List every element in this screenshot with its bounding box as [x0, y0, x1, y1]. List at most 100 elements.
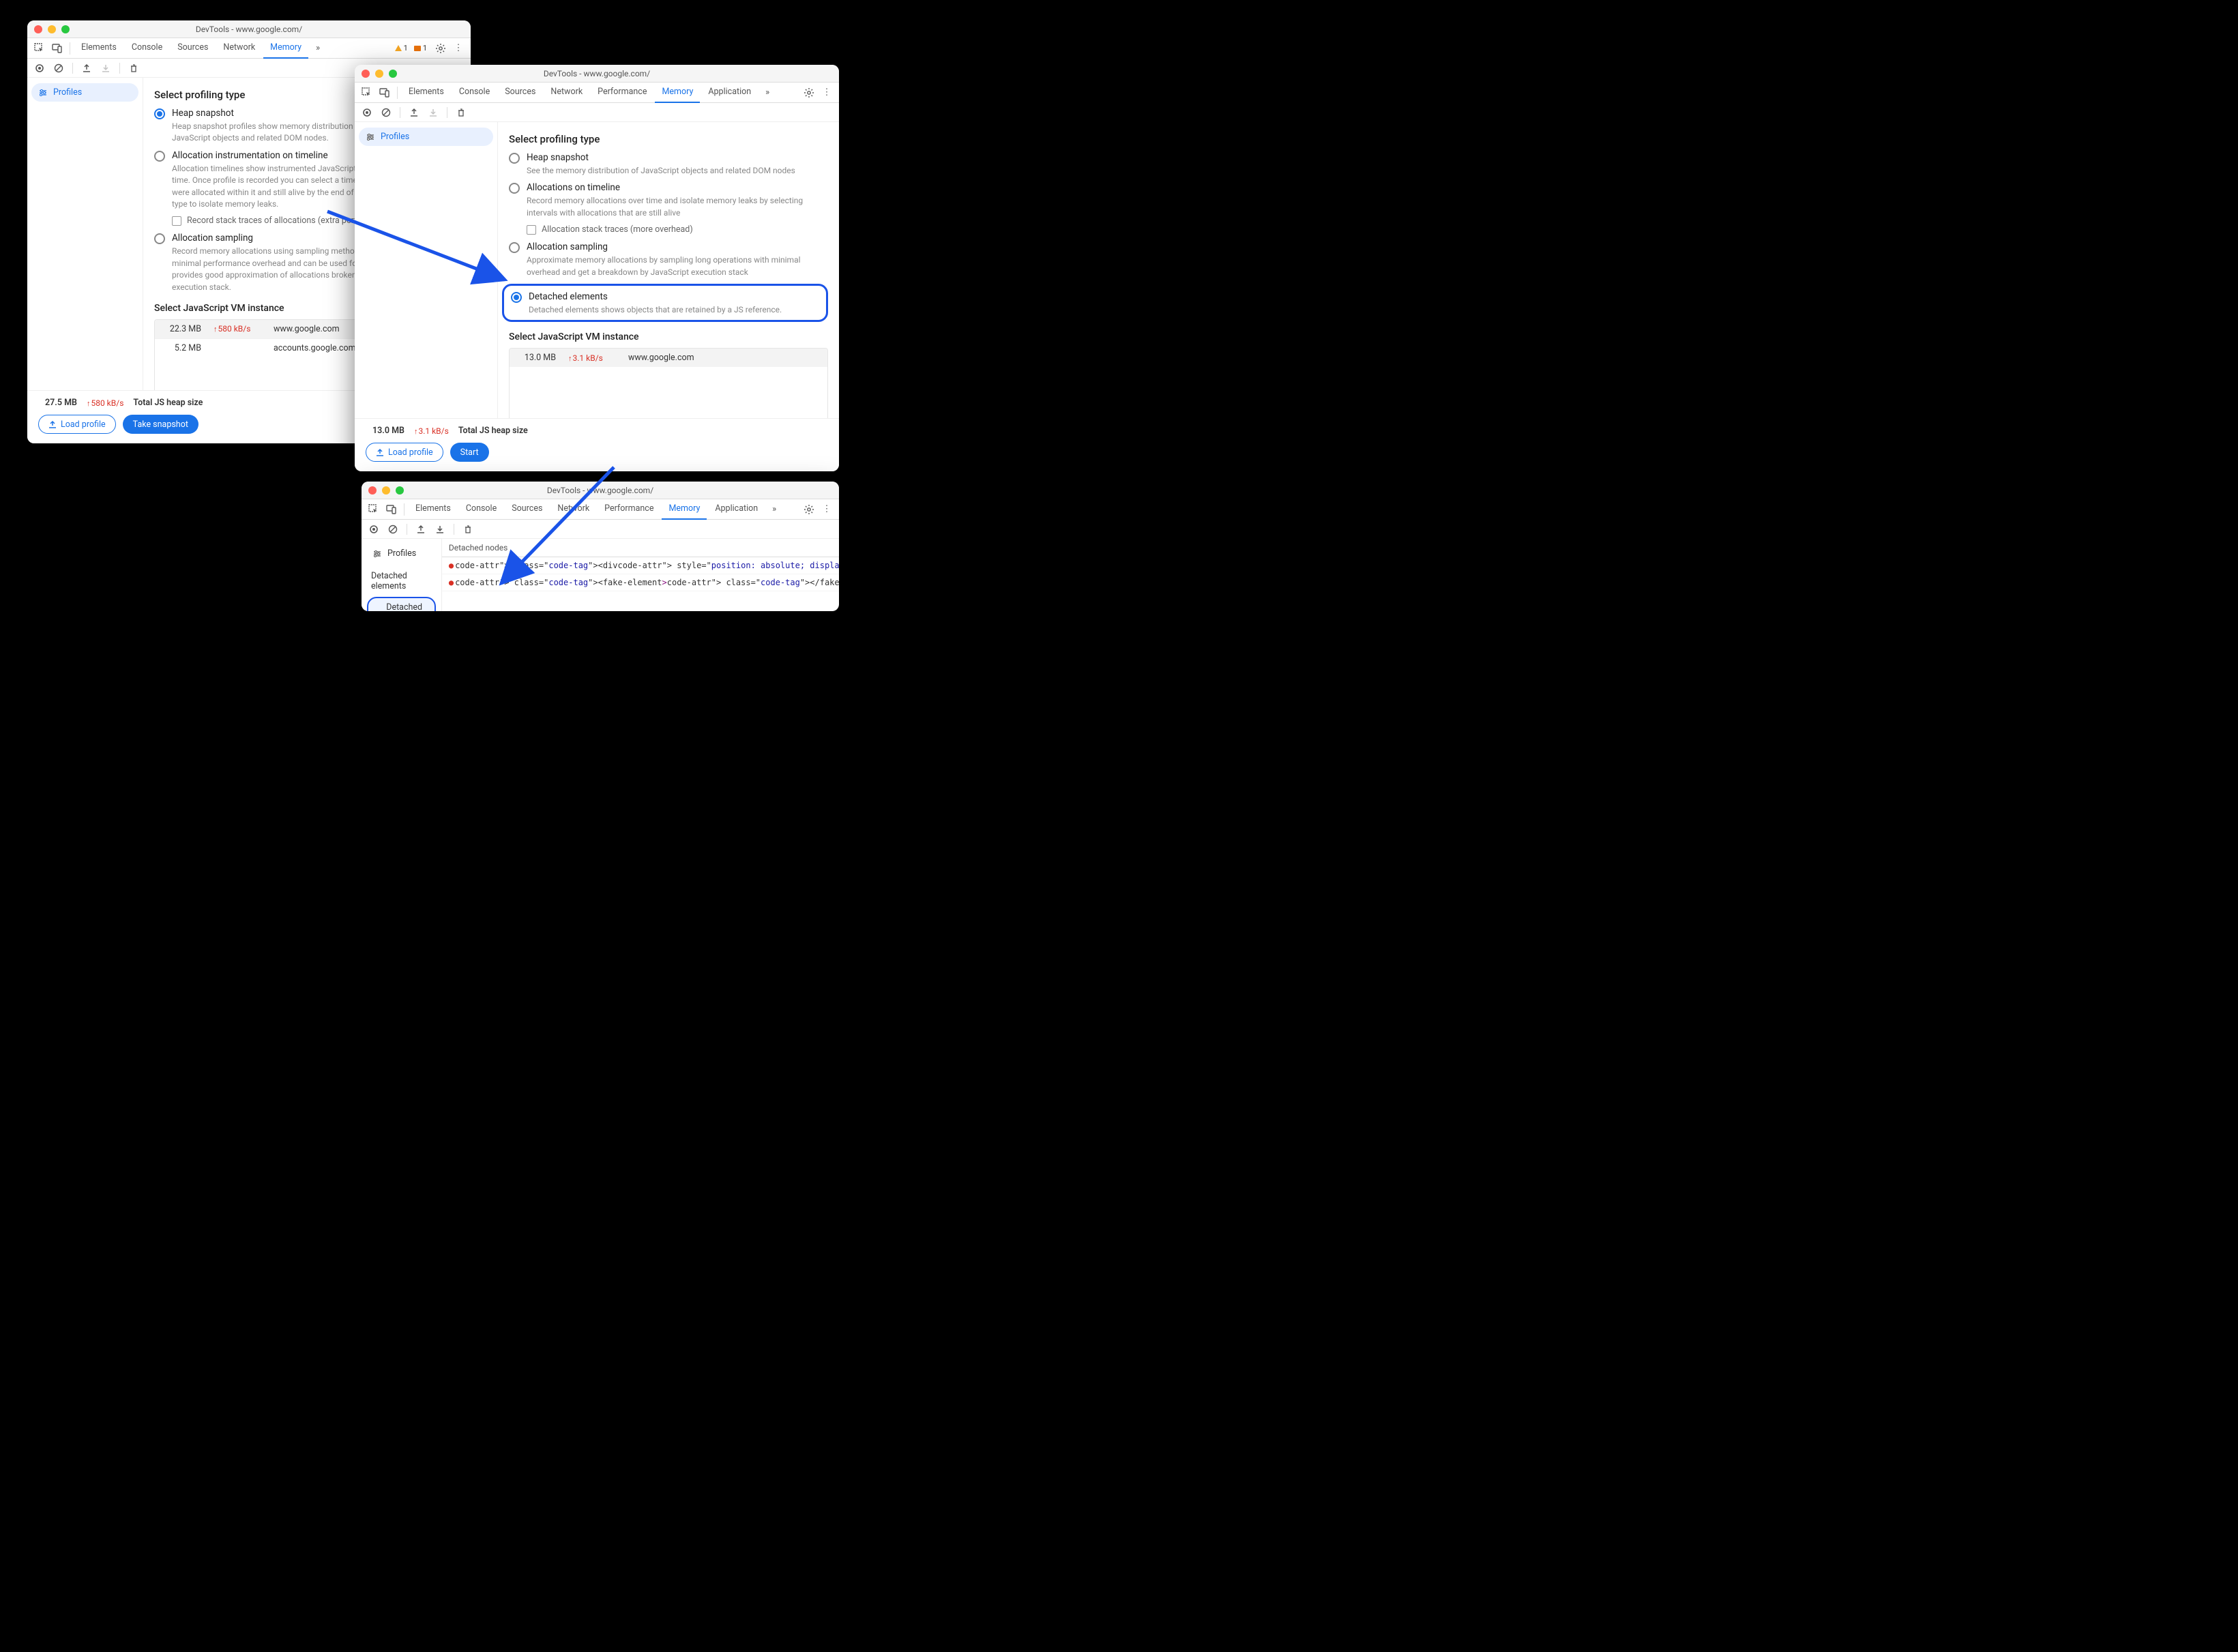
sidebar-item-profiles[interactable]: Profiles: [359, 128, 493, 146]
minimize-icon[interactable]: [48, 25, 56, 33]
node-html: ●code-attr"> class="code-tag"><divcode-a…: [442, 557, 839, 574]
upload-icon: [376, 448, 384, 456]
record-icon[interactable]: [31, 60, 48, 76]
gc-icon[interactable]: [126, 60, 142, 76]
warnings-badge[interactable]: 1: [394, 44, 408, 53]
settings-icon[interactable]: [432, 40, 449, 57]
record-icon[interactable]: [359, 104, 375, 121]
tab-performance[interactable]: Performance: [591, 83, 653, 103]
sidebar: Profiles Detached elements Detached elem…: [362, 539, 442, 611]
start-button[interactable]: Start: [450, 443, 489, 462]
result-row[interactable]: ●code-attr"> class="code-tag"><divcode-a…: [442, 557, 839, 574]
tab-console[interactable]: Console: [125, 38, 169, 59]
tab-memory[interactable]: Memory: [263, 38, 308, 59]
close-icon[interactable]: [362, 70, 370, 78]
upload-icon[interactable]: [406, 104, 422, 121]
col-detached-nodes[interactable]: Detached nodes: [442, 539, 839, 557]
sliders-icon: [366, 132, 375, 142]
take-snapshot-button[interactable]: Take snapshot: [123, 415, 198, 434]
radio-icon[interactable]: [154, 233, 165, 244]
device-toggle-icon[interactable]: [49, 40, 65, 57]
more-icon[interactable]: ⋮: [450, 40, 467, 57]
download-icon[interactable]: [98, 60, 114, 76]
radio-icon[interactable]: [509, 153, 520, 164]
device-toggle-icon[interactable]: [377, 85, 393, 101]
tab-application[interactable]: Application: [701, 83, 758, 103]
settings-icon[interactable]: [801, 85, 817, 101]
tab-application[interactable]: Application: [708, 499, 765, 520]
tab-performance[interactable]: Performance: [598, 499, 660, 520]
maximize-icon[interactable]: [389, 70, 397, 78]
titlebar: DevTools - www.google.com/: [362, 482, 839, 499]
more-icon[interactable]: ⋮: [819, 85, 835, 101]
sidebar-item-profiles[interactable]: Profiles: [31, 83, 138, 102]
download-icon[interactable]: [432, 521, 448, 537]
tabs-overflow-icon[interactable]: »: [310, 40, 326, 57]
load-profile-button[interactable]: Load profile: [366, 443, 443, 462]
tab-elements[interactable]: Elements: [74, 38, 123, 59]
clear-icon[interactable]: [378, 104, 394, 121]
option-detached-elements[interactable]: Detached elements: [511, 291, 819, 303]
check-stack-traces[interactable]: Allocation stack traces (more overhead): [527, 224, 828, 235]
close-icon[interactable]: [34, 25, 42, 33]
minimize-icon[interactable]: [375, 70, 383, 78]
radio-icon[interactable]: [154, 151, 165, 162]
tab-console[interactable]: Console: [459, 499, 503, 520]
checkbox-icon[interactable]: [527, 225, 536, 235]
tab-sources[interactable]: Sources: [171, 38, 215, 59]
tab-elements[interactable]: Elements: [402, 83, 451, 103]
radio-icon[interactable]: [509, 183, 520, 194]
tab-sources[interactable]: Sources: [505, 499, 549, 520]
alloc-timeline-label: Allocation instrumentation on timeline: [172, 150, 328, 161]
tab-elements[interactable]: Elements: [409, 499, 458, 520]
clear-icon[interactable]: [50, 60, 67, 76]
checkbox-icon[interactable]: [172, 216, 181, 226]
option-heap-snapshot[interactable]: Heap snapshot: [509, 152, 828, 164]
maximize-icon[interactable]: [61, 25, 70, 33]
inspect-icon[interactable]: [359, 85, 375, 101]
issues-badge[interactable]: 1: [413, 44, 427, 53]
sidebar-item-profiles[interactable]: Profiles: [366, 544, 437, 563]
tab-memory[interactable]: Memory: [655, 83, 700, 103]
radio-icon[interactable]: [511, 292, 522, 303]
maximize-icon[interactable]: [396, 486, 404, 495]
tab-console[interactable]: Console: [452, 83, 497, 103]
close-icon[interactable]: [368, 486, 377, 495]
upload-icon[interactable]: [413, 521, 429, 537]
memory-toolbar: [362, 520, 839, 539]
radio-icon[interactable]: [509, 242, 520, 253]
minimize-icon[interactable]: [382, 486, 390, 495]
tab-network[interactable]: Network: [544, 83, 589, 103]
record-icon[interactable]: [366, 521, 382, 537]
sliders-icon: [38, 88, 48, 98]
option-alloc-sampling[interactable]: Allocation sampling: [509, 241, 828, 253]
gc-icon[interactable]: [453, 104, 469, 121]
gc-icon[interactable]: [460, 521, 476, 537]
results-panel: Detached nodes Node count ●code-attr"> c…: [442, 539, 839, 611]
total-heap: 13.0 MB 3.1 kB/s Total JS heap size: [366, 426, 828, 436]
download-icon[interactable]: [425, 104, 441, 121]
upload-icon[interactable]: [78, 60, 95, 76]
radio-icon[interactable]: [154, 108, 165, 119]
tab-network[interactable]: Network: [550, 499, 596, 520]
inspect-icon[interactable]: [31, 40, 48, 57]
more-icon[interactable]: ⋮: [819, 501, 835, 518]
window-title: DevTools - www.google.com/: [362, 486, 839, 495]
device-toggle-icon[interactable]: [383, 501, 400, 518]
tabs-overflow-icon[interactable]: »: [766, 501, 782, 518]
clear-icon[interactable]: [385, 521, 401, 537]
main-panel: Select profiling type Heap snapshot See …: [498, 122, 839, 418]
snapshot-item[interactable]: Detached elements 1: [367, 597, 436, 611]
tab-memory[interactable]: Memory: [662, 499, 707, 520]
settings-icon[interactable]: [801, 501, 817, 518]
tab-network[interactable]: Network: [216, 38, 262, 59]
tabs-overflow-icon[interactable]: »: [759, 85, 776, 101]
option-alloc-timeline[interactable]: Allocations on timeline: [509, 182, 828, 194]
vm-row[interactable]: 13.0 MB 3.1 kB/s www.google.com: [510, 349, 827, 367]
load-profile-button[interactable]: Load profile: [38, 415, 116, 434]
tab-sources[interactable]: Sources: [498, 83, 542, 103]
heading-select-vm: Select JavaScript VM instance: [509, 331, 828, 342]
heading-select-type: Select profiling type: [509, 133, 828, 145]
inspect-icon[interactable]: [366, 501, 382, 518]
result-row[interactable]: ●code-attr"> class="code-tag"><fake-elem…: [442, 574, 839, 591]
